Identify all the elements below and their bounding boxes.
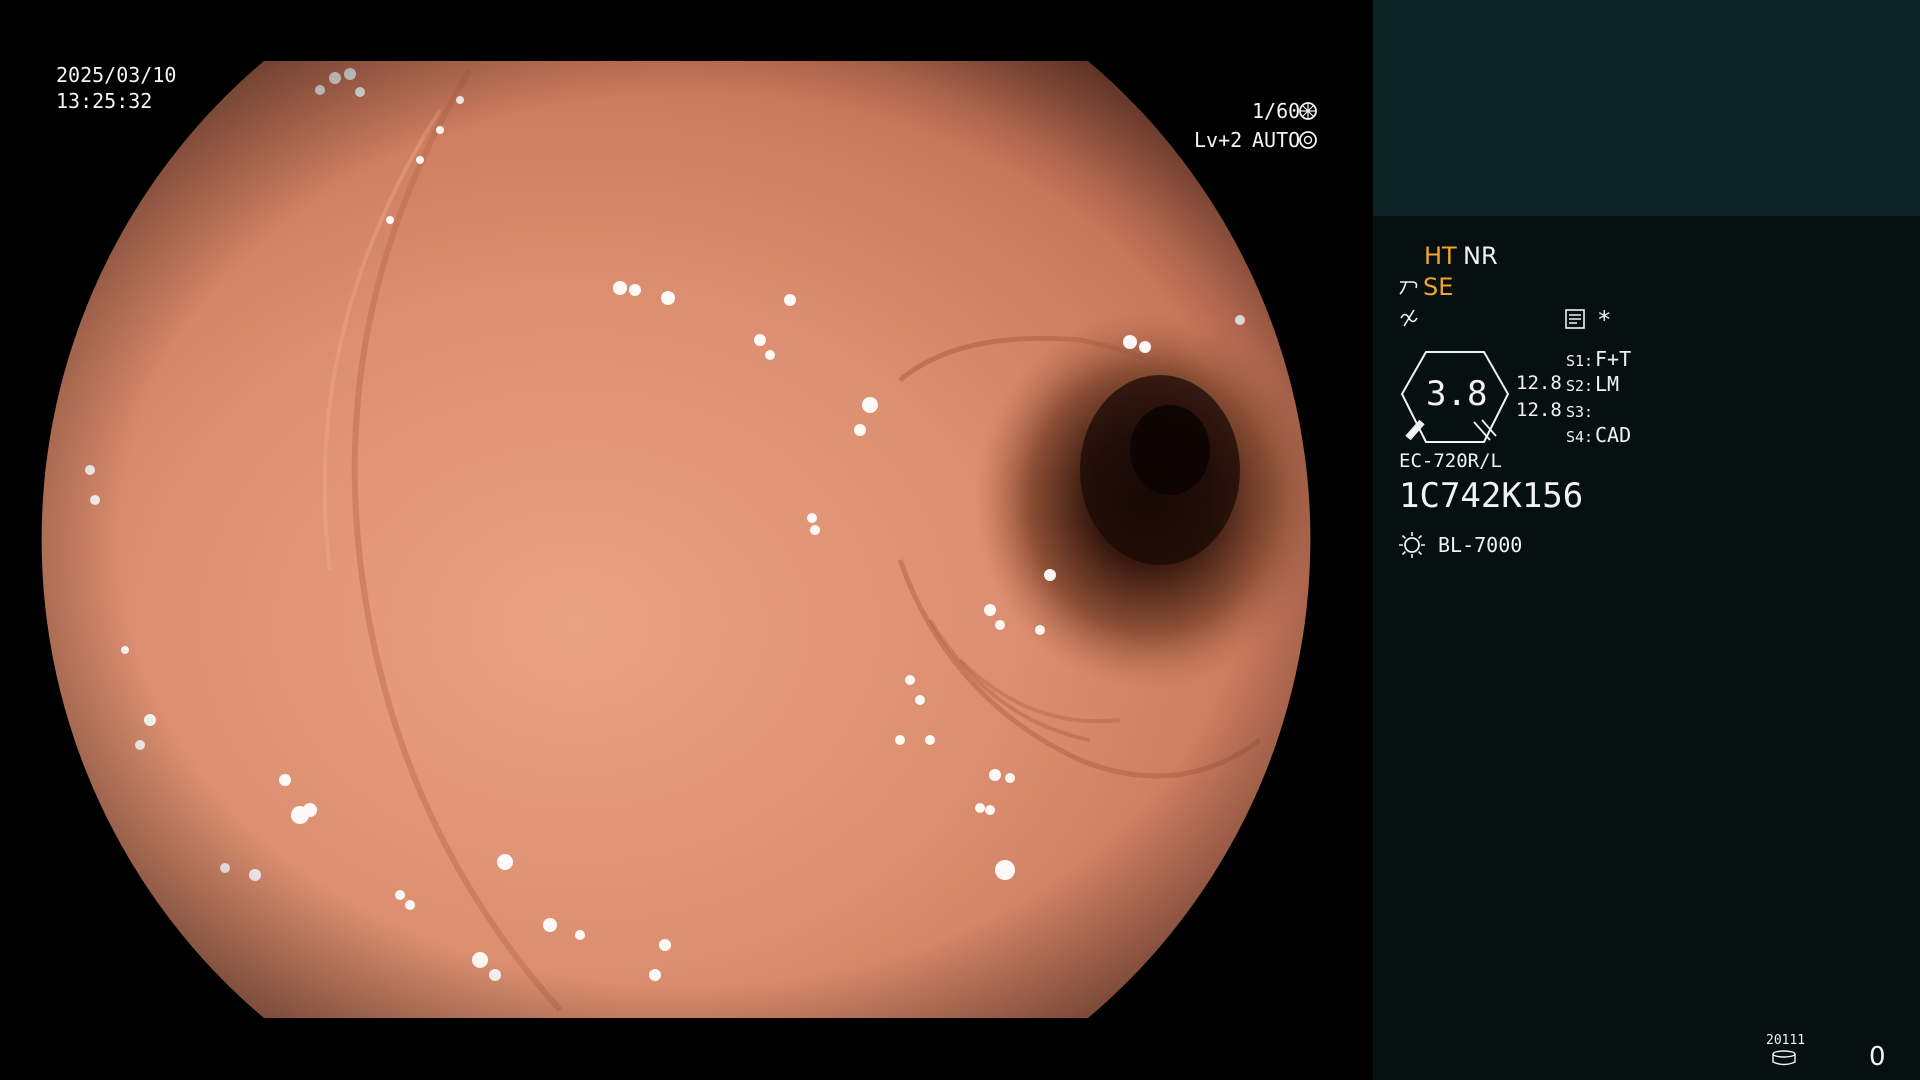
value-bottom: 12.8 bbox=[1516, 399, 1562, 421]
magnification-value: 3.8 bbox=[1426, 374, 1488, 414]
patient-info-area bbox=[1373, 0, 1920, 216]
function-icon bbox=[1400, 309, 1418, 327]
switch-1-key: S1: bbox=[1566, 352, 1594, 370]
counter-label: 20111 bbox=[1766, 1033, 1806, 1048]
switch-2-key: S2: bbox=[1566, 377, 1594, 395]
brightness-level: Lv+2 bbox=[1194, 128, 1243, 152]
mode-se: SE bbox=[1423, 273, 1454, 301]
info-panel: HT NR SE * 3.8 12.8 12.8 S1: F+T S2: LM … bbox=[1373, 0, 1920, 1080]
lamp-icon bbox=[1399, 532, 1425, 558]
shutter-speed: 1/60 bbox=[1252, 99, 1301, 123]
switch-3-key: S3: bbox=[1566, 403, 1594, 421]
scope-bend-icon bbox=[1399, 281, 1418, 295]
endoscope-image bbox=[41, 61, 1311, 1018]
value-top: 12.8 bbox=[1516, 372, 1562, 394]
switch-4-key: S4: bbox=[1566, 428, 1594, 446]
switch-1-value: F+T bbox=[1595, 347, 1632, 371]
iris-icon bbox=[1299, 131, 1317, 149]
storage-icon bbox=[1772, 1050, 1796, 1066]
asterisk-indicator: * bbox=[1597, 306, 1612, 334]
switch-4-value: CAD bbox=[1595, 423, 1632, 447]
iris-mode: AUTO bbox=[1252, 128, 1301, 152]
counter-value: 0 bbox=[1869, 1042, 1886, 1072]
scope-serial: 1C742K156 bbox=[1399, 476, 1584, 516]
exam-date: 2025/03/10 bbox=[56, 63, 177, 87]
light-source: BL-7000 bbox=[1438, 533, 1523, 557]
scope-model: EC-720R/L bbox=[1399, 450, 1502, 472]
shutter-icon bbox=[1299, 102, 1317, 120]
mode-ht: HT bbox=[1424, 242, 1457, 270]
exam-time: 13:25:32 bbox=[56, 89, 153, 113]
endoscope-view: 2025/03/10 13:25:32 1/60 Lv+2 AUTO bbox=[0, 0, 1372, 1080]
switch-2-value: LM bbox=[1595, 372, 1620, 396]
mode-nr: NR bbox=[1463, 242, 1498, 270]
memo-icon bbox=[1565, 309, 1585, 329]
